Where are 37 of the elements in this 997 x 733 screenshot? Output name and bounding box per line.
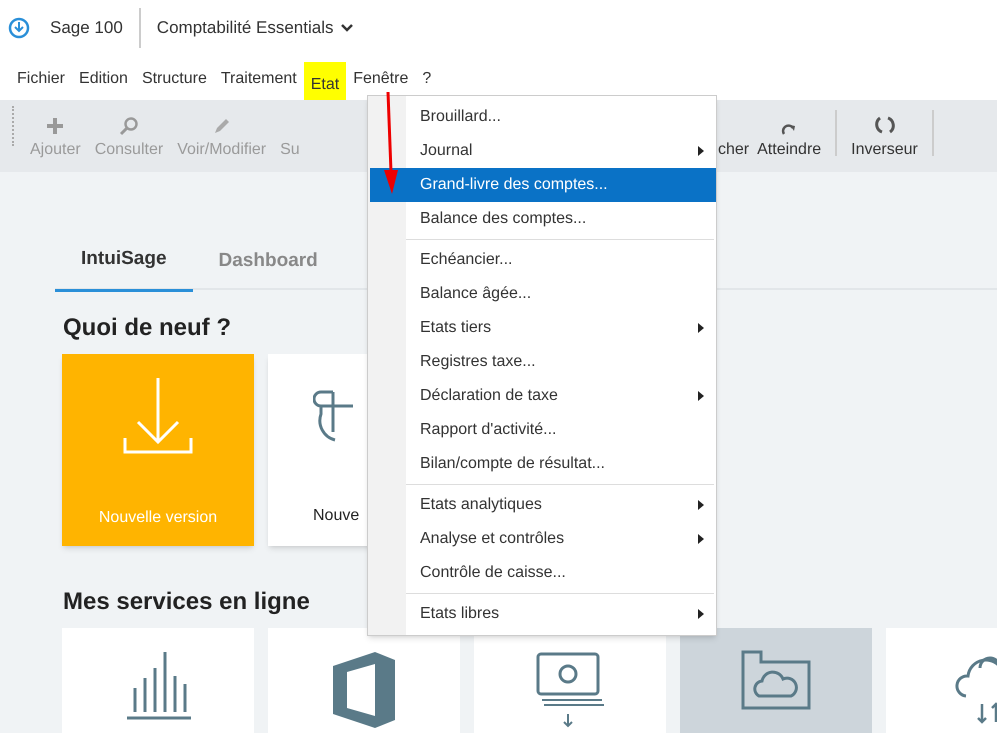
- section-title: Mes services en ligne: [63, 587, 310, 617]
- chevron-down-icon: [340, 23, 354, 33]
- menu-item[interactable]: Edition: [72, 62, 135, 92]
- logo-icon: [8, 17, 30, 39]
- tab[interactable]: IntuiSage: [55, 230, 193, 292]
- menu-item[interactable]: Traitement: [214, 62, 304, 92]
- menu-item[interactable]: Structure: [134, 62, 214, 92]
- card-label: Nouvelle version: [98, 508, 218, 528]
- menu-option[interactable]: Grand-livre des comptes...: [370, 168, 716, 202]
- menu-item[interactable]: Fichier: [10, 62, 72, 92]
- card-label: Nouve: [313, 506, 360, 526]
- search-icon: [118, 116, 139, 136]
- menu-option[interactable]: Balance âgée...: [370, 277, 716, 311]
- cloud-folder-icon: [741, 650, 811, 710]
- banknotes-icon: [534, 650, 606, 730]
- service-card[interactable]: [62, 628, 254, 733]
- toolbar-button[interactable]: Inverseur: [851, 110, 918, 162]
- product-dropdown[interactable]: Comptabilité Essentials: [156, 15, 354, 41]
- door-logo-icon: [331, 650, 397, 730]
- menu-item[interactable]: ?: [415, 62, 438, 92]
- service-card[interactable]: [268, 628, 460, 733]
- menu-option[interactable]: Journal: [370, 134, 716, 168]
- app-name: Sage 100: [50, 17, 123, 40]
- service-card[interactable]: [680, 628, 872, 733]
- toolbar-button[interactable]: cher: [718, 110, 750, 162]
- section-title: Quoi de neuf ?: [63, 313, 231, 343]
- menu-item[interactable]: Fenêtre: [346, 62, 416, 92]
- menu-option[interactable]: Etats libres: [370, 597, 716, 631]
- menu-option[interactable]: Contrôle de caisse...: [370, 556, 716, 590]
- menu-option[interactable]: Brouillard...: [370, 100, 716, 134]
- plus-icon: [45, 116, 66, 136]
- refresh-icon: [874, 114, 896, 136]
- menu-option[interactable]: Echéancier...: [370, 243, 716, 277]
- download-icon: [123, 378, 193, 454]
- menu-option[interactable]: Etats tiers: [370, 311, 716, 345]
- menu-option[interactable]: Balance des comptes...: [370, 202, 716, 236]
- toolbar-button[interactable]: Atteindre: [757, 110, 822, 162]
